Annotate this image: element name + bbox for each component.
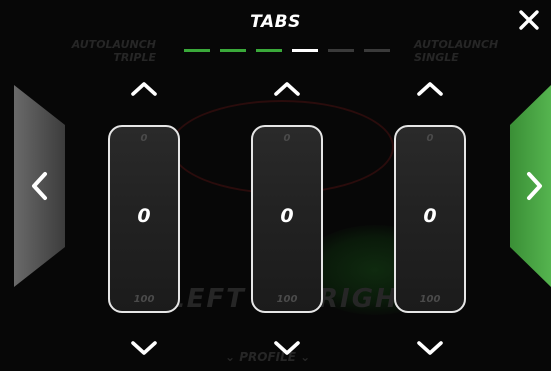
page-title: TABS (250, 12, 301, 32)
tab-3-max-label: 0 (426, 133, 434, 144)
tab-2-max-label: 0 (283, 133, 291, 144)
next-page-shape (510, 85, 551, 287)
chevron-down-icon (274, 341, 300, 355)
tab-2-decrease-button[interactable] (272, 338, 302, 358)
tabs-screen: AUTOLAUNCH TRIPLE AUTOLAUNCH SINGLE LEFT… (0, 0, 551, 371)
page-dot-4 (292, 49, 318, 52)
tab-2-value: 0 (280, 205, 294, 227)
page-dot-5 (328, 49, 354, 52)
tab-1-decrease-button[interactable] (129, 338, 159, 358)
previous-page-button[interactable] (14, 85, 65, 287)
page-dot-1 (184, 49, 210, 52)
background-autolaunch-single: AUTOLAUNCH SINGLE (414, 38, 499, 64)
next-page-button[interactable] (510, 85, 551, 287)
tab-3-min-label: 100 (419, 294, 441, 305)
close-icon (519, 10, 539, 30)
chevron-up-icon (417, 82, 443, 96)
background-autolaunch-triple: AUTOLAUNCH TRIPLE (71, 38, 156, 64)
tab-2-increase-button[interactable] (272, 79, 302, 99)
tab-3-value: 0 (423, 205, 437, 227)
chevron-down-icon (131, 341, 157, 355)
page-indicator (184, 49, 394, 52)
tab-3-decrease-button[interactable] (415, 338, 445, 358)
chevron-up-icon (274, 82, 300, 96)
previous-page-shape (14, 85, 65, 287)
tab-1-min-label: 100 (133, 294, 155, 305)
close-button[interactable] (517, 8, 541, 32)
tab-1-slider[interactable]: 0 0 100 (108, 125, 180, 313)
page-dot-6 (364, 49, 390, 52)
chevron-down-icon (417, 341, 443, 355)
tab-1-value: 0 (137, 205, 151, 227)
page-dot-2 (220, 49, 246, 52)
tab-3-increase-button[interactable] (415, 79, 445, 99)
tab-2-slider[interactable]: 0 0 100 (251, 125, 323, 313)
tab-3-slider[interactable]: 0 0 100 (394, 125, 466, 313)
tab-1-increase-button[interactable] (129, 79, 159, 99)
page-dot-3 (256, 49, 282, 52)
chevron-up-icon (131, 82, 157, 96)
tab-1-max-label: 0 (140, 133, 148, 144)
tab-2-min-label: 100 (276, 294, 298, 305)
